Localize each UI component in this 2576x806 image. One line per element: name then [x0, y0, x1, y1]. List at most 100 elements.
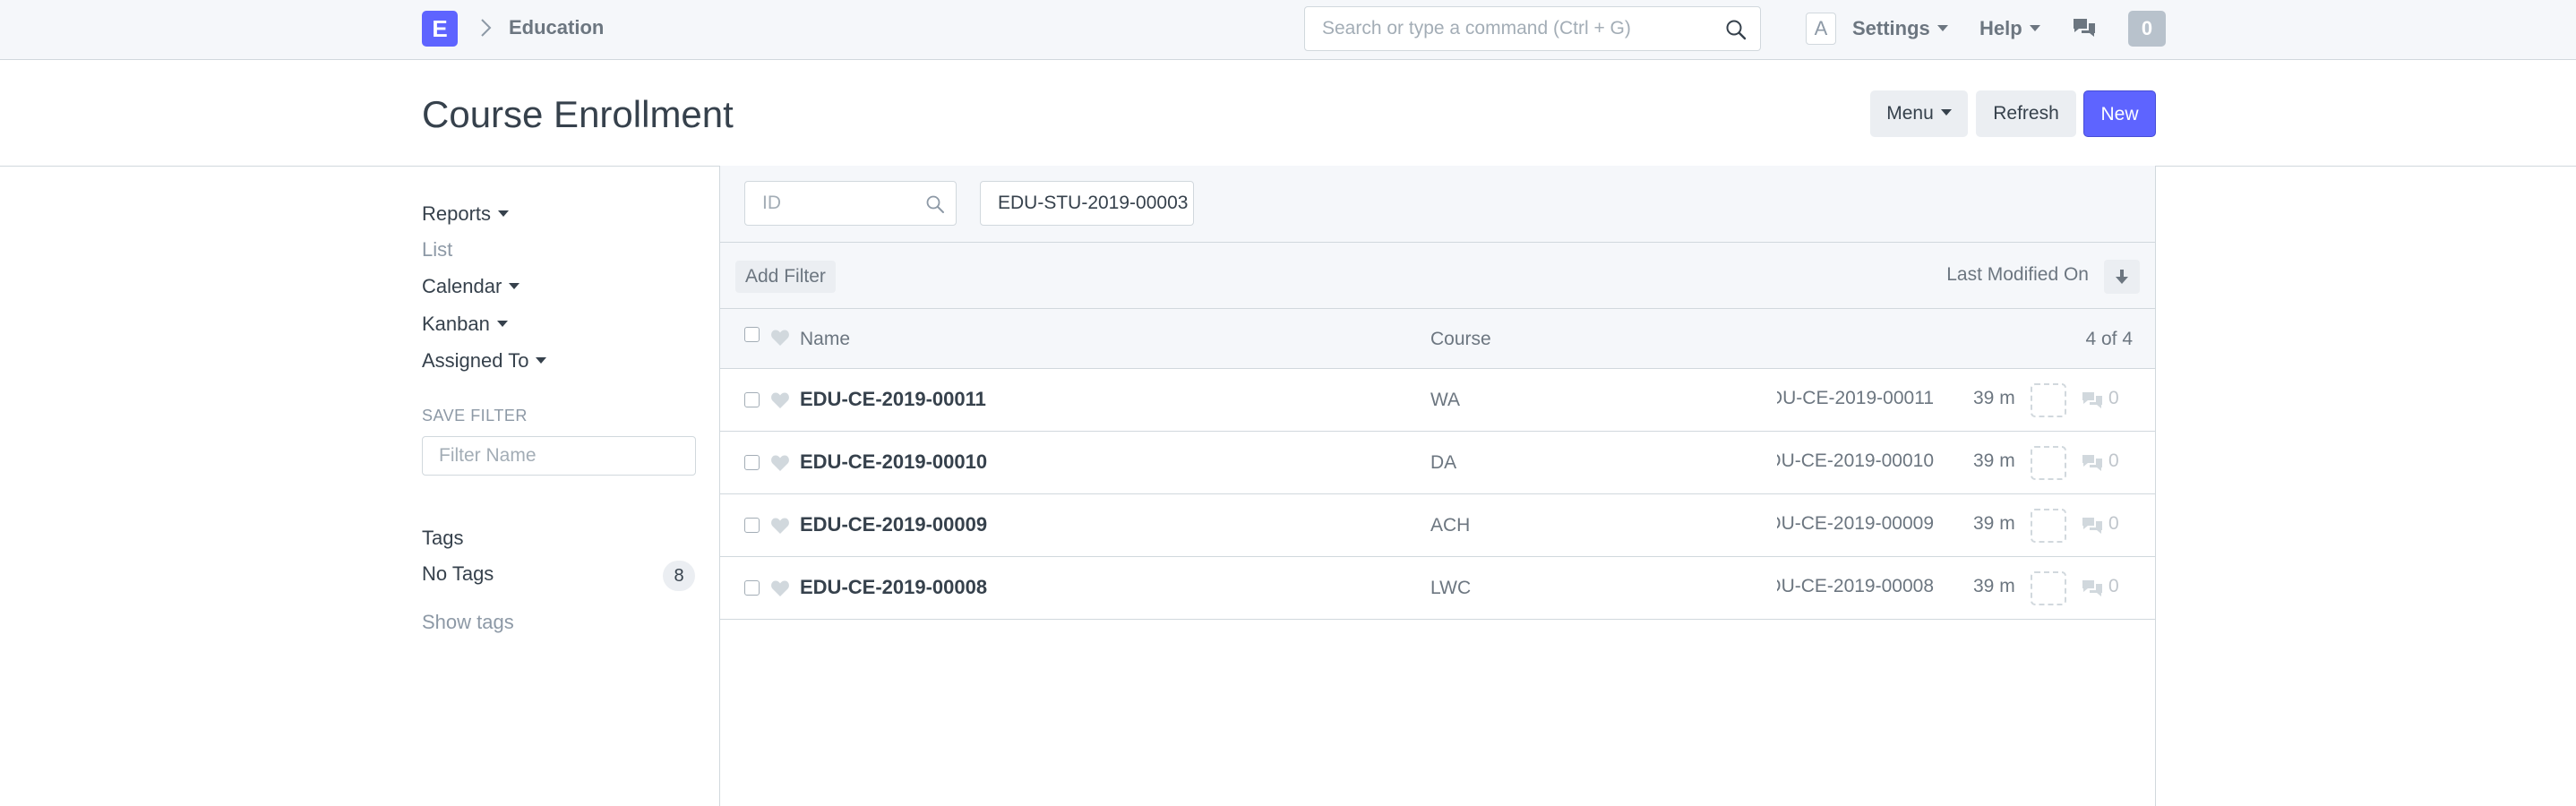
tag-count-badge: 8	[663, 561, 695, 591]
row-course: DA	[1430, 452, 1457, 473]
comment-count: 0	[2108, 576, 2119, 596]
notification-badge[interactable]: 0	[2128, 11, 2166, 47]
student-filter-input[interactable]	[982, 183, 1192, 224]
row-reference-text: EDU-CE-2019-00011	[1777, 388, 1934, 408]
caret-down-icon	[536, 357, 547, 364]
help-dropdown[interactable]: Help	[1979, 16, 2040, 41]
tags-heading: Tags	[422, 527, 464, 549]
row-name-link[interactable]: EDU-CE-2019-00009	[800, 513, 987, 536]
row-reference: EDU-CE-2019-00011	[1777, 388, 1934, 415]
sort-descending-icon	[2116, 270, 2128, 284]
row-modified: 39 m	[1973, 513, 2015, 534]
column-header-course: Course	[1430, 329, 1491, 349]
heart-icon[interactable]	[770, 579, 790, 597]
save-filter-label: SAVE FILTER	[422, 407, 528, 424]
list-row[interactable]: EDU-CE-2019-00009 ACH EDU-CE-2019-00009 …	[720, 494, 2155, 557]
list-row[interactable]: EDU-CE-2019-00011 WA EDU-CE-2019-00011 3…	[720, 369, 2155, 432]
settings-dropdown[interactable]: Settings	[1852, 16, 1948, 41]
row-checkbox[interactable]	[744, 580, 760, 596]
comment-icon	[2082, 392, 2102, 408]
sidebar-item-label: Kanban	[422, 313, 490, 335]
heart-icon[interactable]	[770, 517, 790, 535]
navbar: E Education A Settings Help 0	[0, 0, 2576, 60]
row-modified: 39 m	[1973, 450, 2015, 471]
row-modified: 39 m	[1973, 388, 2015, 408]
assign-avatar-placeholder[interactable]	[2031, 509, 2066, 543]
id-filter-input[interactable]	[746, 183, 916, 224]
menu-button[interactable]: Menu	[1870, 90, 1968, 137]
row-course: ACH	[1430, 515, 1471, 536]
row-name-link[interactable]: EDU-CE-2019-00011	[800, 388, 986, 411]
student-filter	[980, 181, 1194, 226]
sort-selector[interactable]: Last Modified On	[1946, 264, 2089, 286]
settings-label: Settings	[1852, 17, 1930, 39]
caret-down-icon	[2029, 25, 2040, 32]
chat-icon[interactable]	[2071, 16, 2098, 41]
sidebar-item-label: List	[422, 238, 453, 261]
no-tags-item[interactable]: No Tags	[422, 562, 494, 586]
row-checkbox[interactable]	[744, 518, 760, 533]
sidebar-item-list[interactable]: List	[422, 237, 452, 262]
assign-avatar-placeholder[interactable]	[2031, 383, 2066, 417]
row-reference: EDU-CE-2019-00010	[1777, 450, 1934, 477]
list-panel: Add Filter Last Modified On Name Course …	[719, 166, 2156, 806]
row-reference-text: EDU-CE-2019-00010	[1777, 450, 1934, 471]
menu-button-label: Menu	[1886, 103, 1934, 124]
caret-down-icon	[1940, 109, 1952, 116]
sort-order-button[interactable]	[2104, 260, 2140, 294]
new-button[interactable]: New	[2083, 90, 2156, 137]
sidebar-item-reports[interactable]: Reports	[422, 202, 510, 227]
sidebar-item-assigned-to[interactable]: Assigned To	[422, 348, 547, 373]
assign-avatar-placeholder[interactable]	[2031, 571, 2066, 605]
awesomebar	[1304, 6, 1761, 51]
caret-down-icon	[496, 321, 508, 328]
comment-icon	[2082, 455, 2102, 471]
column-header-name: Name	[800, 329, 851, 349]
search-icon[interactable]	[1724, 18, 1747, 41]
search-icon	[926, 195, 944, 213]
chevron-right-icon	[481, 19, 492, 37]
row-course: WA	[1430, 390, 1461, 410]
caret-down-icon	[498, 210, 510, 218]
row-checkbox[interactable]	[744, 392, 760, 407]
heart-icon[interactable]	[770, 391, 790, 409]
heart-icon[interactable]	[770, 454, 790, 472]
add-filter-button[interactable]: Add Filter	[735, 261, 836, 293]
user-avatar[interactable]: A	[1806, 13, 1836, 45]
refresh-button[interactable]: Refresh	[1976, 90, 2076, 137]
standard-filters	[720, 166, 2155, 243]
record-count: 4 of 4	[2085, 329, 2133, 349]
comment-icon	[2082, 518, 2102, 534]
search-input[interactable]	[1306, 8, 1700, 49]
comment-icon	[2082, 580, 2102, 596]
page-title: Course Enrollment	[422, 93, 734, 135]
sidebar-item-label: Reports	[422, 202, 492, 225]
heart-icon[interactable]	[770, 329, 790, 347]
comment-count: 0	[2108, 388, 2119, 408]
list-header: Name Course 4 of 4	[720, 309, 2155, 369]
sidebar-item-calendar[interactable]: Calendar	[422, 274, 520, 299]
assign-avatar-placeholder[interactable]	[2031, 446, 2066, 480]
sidebar-item-label: Calendar	[422, 275, 502, 297]
row-name-link[interactable]: EDU-CE-2019-00008	[800, 576, 987, 599]
row-reference: EDU-CE-2019-00009	[1777, 513, 1934, 540]
breadcrumb-education[interactable]: Education	[509, 15, 604, 40]
filter-sort-bar: Add Filter Last Modified On	[720, 243, 2155, 309]
row-checkbox[interactable]	[744, 455, 760, 470]
help-label: Help	[1979, 17, 2022, 39]
comment-count: 0	[2108, 513, 2119, 534]
filter-name-input[interactable]	[422, 436, 696, 476]
list-row[interactable]: EDU-CE-2019-00008 LWC EDU-CE-2019-00008 …	[720, 557, 2155, 620]
app-logo[interactable]: E	[422, 11, 458, 47]
sidebar-item-kanban[interactable]: Kanban	[422, 312, 508, 337]
row-reference-text: EDU-CE-2019-00008	[1777, 576, 1934, 596]
list-row[interactable]: EDU-CE-2019-00010 DA EDU-CE-2019-00010 3…	[720, 432, 2155, 494]
row-name-link[interactable]: EDU-CE-2019-00010	[800, 450, 987, 474]
show-tags-link[interactable]: Show tags	[422, 611, 514, 634]
sidebar-item-label: Assigned To	[422, 349, 529, 372]
caret-down-icon	[509, 283, 520, 290]
id-filter	[744, 181, 957, 226]
comment-count: 0	[2108, 450, 2119, 471]
caret-down-icon	[1936, 25, 1948, 32]
select-all-checkbox[interactable]	[744, 327, 760, 342]
